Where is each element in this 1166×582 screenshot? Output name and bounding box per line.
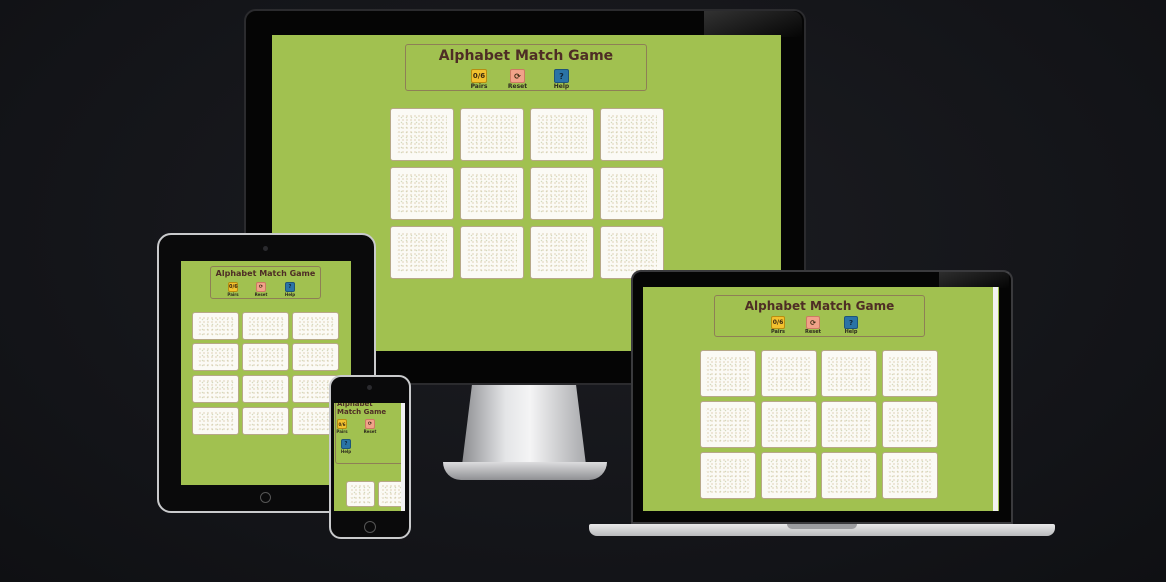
memory-card[interactable] [821, 452, 877, 499]
monitor-base [443, 462, 607, 480]
scrollbar[interactable] [993, 287, 998, 511]
scrollbar[interactable] [401, 403, 405, 511]
reset-label: Reset [363, 429, 377, 434]
memory-card[interactable] [292, 343, 339, 371]
pairs-label: Pairs [770, 329, 786, 335]
memory-card[interactable] [761, 452, 817, 499]
memory-card[interactable] [882, 452, 938, 499]
phone-screen: Alphabet Match Game 0/6 Pairs ⟳ Reset ? … [334, 403, 405, 511]
memory-card[interactable] [600, 167, 664, 220]
help-label: Help [340, 449, 352, 454]
memory-card[interactable] [600, 108, 664, 161]
monitor-stand [462, 385, 586, 465]
memory-card[interactable] [390, 167, 454, 220]
memory-card[interactable] [821, 401, 877, 448]
phone: Alphabet Match Game 0/6 Pairs ⟳ Reset ? … [329, 375, 411, 539]
help-button[interactable]: ? [285, 282, 295, 292]
memory-card[interactable] [292, 312, 339, 340]
laptop-glare [939, 272, 1009, 288]
memory-card[interactable] [700, 452, 756, 499]
game-header-panel: Alphabet Match Game 0/6 Pairs ⟳ Reset ? … [335, 403, 404, 464]
memory-card[interactable] [192, 343, 239, 371]
help-label: Help [844, 329, 858, 335]
memory-card[interactable] [242, 375, 289, 403]
memory-card[interactable] [460, 226, 524, 279]
pairs-counter-button[interactable]: 0/6 [471, 69, 487, 83]
memory-card[interactable] [700, 350, 756, 397]
memory-card[interactable] [882, 350, 938, 397]
reset-button[interactable]: ⟳ [806, 316, 820, 329]
help-label: Help [553, 83, 570, 90]
pairs-counter-button[interactable]: 0/6 [771, 316, 785, 329]
help-label: Help [284, 292, 296, 297]
memory-card[interactable] [242, 407, 289, 435]
memory-card[interactable] [530, 167, 594, 220]
monitor-glare [704, 11, 802, 37]
memory-card[interactable] [242, 343, 289, 371]
pairs-label: Pairs [336, 429, 348, 434]
reset-label: Reset [254, 292, 268, 297]
memory-card[interactable] [192, 312, 239, 340]
memory-card[interactable] [390, 108, 454, 161]
game-header-panel: Alphabet Match Game 0/6 Pairs ⟳ Reset ? … [714, 295, 925, 337]
memory-card[interactable] [460, 167, 524, 220]
memory-card[interactable] [821, 350, 877, 397]
reset-label: Reset [805, 329, 821, 335]
memory-card[interactable] [390, 226, 454, 279]
phone-home-button[interactable] [364, 521, 376, 533]
help-button[interactable]: ? [844, 316, 858, 329]
pairs-label: Pairs [470, 83, 488, 90]
memory-card[interactable] [530, 226, 594, 279]
memory-card[interactable] [242, 312, 289, 340]
pairs-label: Pairs [227, 292, 239, 297]
memory-card[interactable] [460, 108, 524, 161]
memory-card[interactable] [192, 375, 239, 403]
tablet-screen: Alphabet Match Game 0/6 Pairs ⟳ Reset ? … [181, 261, 351, 485]
tablet-home-button[interactable] [260, 492, 271, 503]
game-header-panel: Alphabet Match Game 0/6 Pairs ⟳ Reset ? … [405, 44, 647, 91]
reset-button[interactable]: ⟳ [365, 419, 375, 429]
pairs-counter-button[interactable]: 0/6 [337, 419, 347, 429]
memory-card[interactable] [530, 108, 594, 161]
memory-card[interactable] [761, 350, 817, 397]
memory-card[interactable] [882, 401, 938, 448]
memory-card[interactable] [761, 401, 817, 448]
game-header-panel: Alphabet Match Game 0/6 Pairs ⟳ Reset ? … [210, 266, 321, 299]
game-title: Alphabet Match Game [337, 403, 387, 416]
laptop: Alphabet Match Game 0/6 Pairs ⟳ Reset ? … [589, 270, 1055, 542]
phone-camera [367, 385, 372, 390]
reset-label: Reset [507, 83, 528, 90]
game-title: Alphabet Match Game [744, 299, 895, 313]
reset-button[interactable]: ⟳ [510, 69, 525, 83]
reset-button[interactable]: ⟳ [256, 282, 266, 292]
game-title: Alphabet Match Game [438, 48, 614, 64]
laptop-screen: Alphabet Match Game 0/6 Pairs ⟳ Reset ? … [643, 287, 999, 511]
memory-card[interactable] [192, 407, 239, 435]
pairs-counter-button[interactable]: 0/6 [228, 282, 238, 292]
game-title: Alphabet Match Game [215, 269, 316, 278]
help-button[interactable]: ? [341, 439, 351, 449]
memory-card[interactable] [346, 481, 375, 507]
tablet-camera [263, 246, 268, 251]
memory-card[interactable] [700, 401, 756, 448]
laptop-notch [787, 524, 857, 529]
help-button[interactable]: ? [554, 69, 569, 83]
